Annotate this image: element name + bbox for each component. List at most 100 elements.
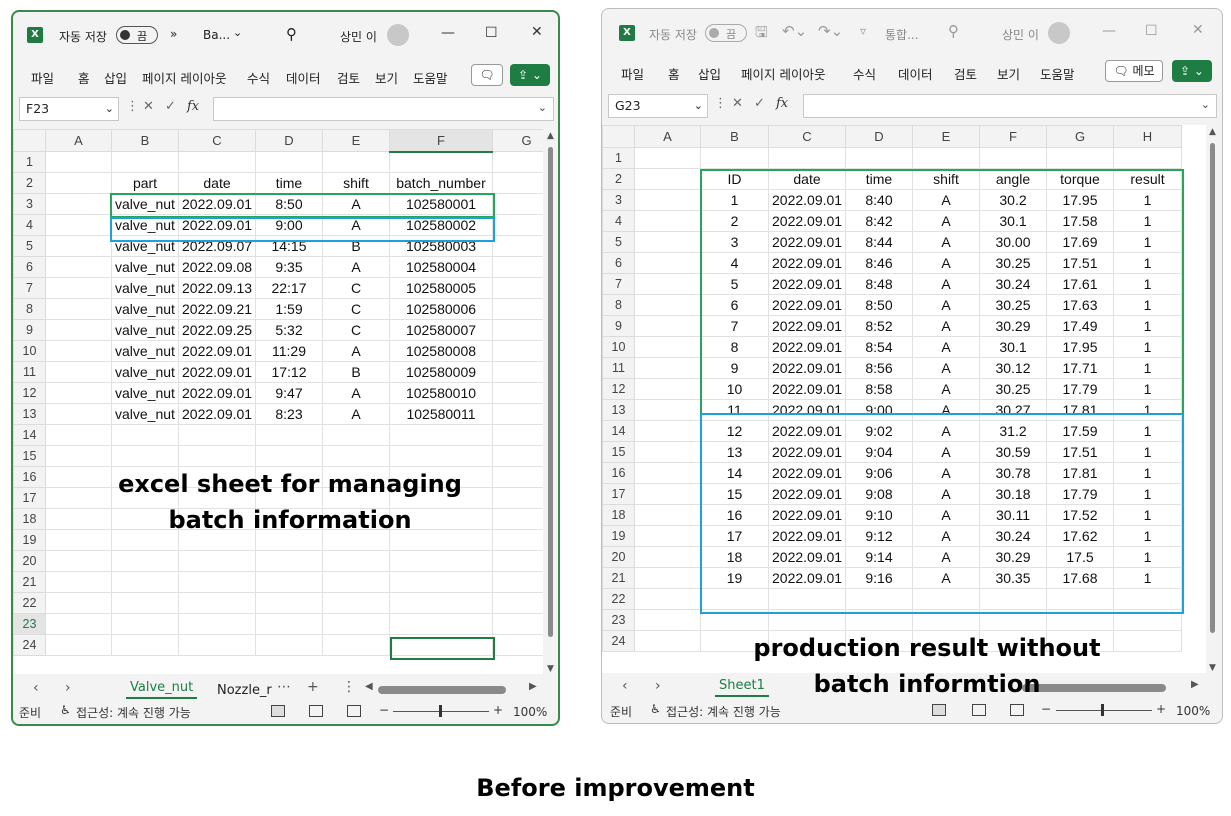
- cell-e4[interactable]: A: [322, 214, 390, 236]
- cell-f10[interactable]: 102580008: [389, 340, 493, 362]
- cell-e20[interactable]: A: [912, 546, 980, 568]
- cell-g15[interactable]: 17.51: [1046, 441, 1114, 463]
- cell-f13[interactable]: 102580011: [389, 403, 493, 425]
- tab-next-icon[interactable]: ›: [655, 678, 661, 694]
- cell-c8[interactable]: 2022.09.21: [178, 298, 256, 320]
- cell-d12[interactable]: 8:58: [845, 378, 913, 400]
- cell-b8[interactable]: 6: [700, 294, 769, 316]
- cell-e1[interactable]: [322, 151, 390, 173]
- cell-a1[interactable]: [634, 147, 701, 169]
- cell-g5[interactable]: [492, 235, 543, 257]
- cell-d24[interactable]: [255, 634, 323, 656]
- cell-c4[interactable]: 2022.09.01: [768, 210, 846, 232]
- cell-f3[interactable]: 30.2: [979, 189, 1047, 211]
- scrollbar-thumb[interactable]: [548, 147, 553, 637]
- cell-g21[interactable]: 17.68: [1046, 567, 1114, 589]
- menu-review[interactable]: 검토: [337, 68, 360, 87]
- cell-b15[interactable]: 13: [700, 441, 769, 463]
- cell-e18[interactable]: A: [912, 504, 980, 526]
- accessibility-icon[interactable]: ♿: [650, 702, 661, 716]
- menu-insert[interactable]: 삽입: [104, 68, 127, 87]
- cell-h21[interactable]: 1: [1113, 567, 1182, 589]
- cell-h4[interactable]: 1: [1113, 210, 1182, 232]
- zoom-slider-thumb[interactable]: [1101, 704, 1104, 716]
- cell-b11[interactable]: 9: [700, 357, 769, 379]
- cell-g11[interactable]: [492, 361, 543, 383]
- row-header-23[interactable]: 23: [13, 613, 46, 635]
- zoom-level[interactable]: 100%: [1176, 704, 1210, 718]
- column-header-e[interactable]: E: [322, 129, 390, 152]
- cell-a22[interactable]: [634, 588, 701, 610]
- cell-a11[interactable]: [45, 361, 112, 383]
- status-accessibility[interactable]: 접근성: 계속 진행 가능: [76, 704, 191, 721]
- row-header-12[interactable]: 12: [13, 382, 46, 404]
- cell-d23[interactable]: [845, 609, 913, 631]
- cell-g10[interactable]: 17.95: [1046, 336, 1114, 358]
- row-header-13[interactable]: 13: [602, 399, 635, 421]
- cell-f5[interactable]: 30.00: [979, 231, 1047, 253]
- cell-d6[interactable]: 8:46: [845, 252, 913, 274]
- cell-f22[interactable]: [389, 592, 493, 614]
- cell-g5[interactable]: 17.69: [1046, 231, 1114, 253]
- cell-c23[interactable]: [178, 613, 256, 635]
- select-all-corner[interactable]: [13, 129, 46, 152]
- name-box[interactable]: F23 ⌄: [19, 97, 119, 121]
- row-header-15[interactable]: 15: [602, 441, 635, 463]
- cell-e24[interactable]: [322, 634, 390, 656]
- column-header-g[interactable]: G: [1046, 125, 1114, 148]
- active-cell-F23[interactable]: [390, 637, 495, 660]
- cell-b13[interactable]: 11: [700, 399, 769, 421]
- cell-a9[interactable]: [634, 315, 701, 337]
- column-header-e[interactable]: E: [912, 125, 980, 148]
- cell-b4[interactable]: 2: [700, 210, 769, 232]
- row-header-12[interactable]: 12: [602, 378, 635, 400]
- tab-prev-icon[interactable]: ‹: [622, 678, 628, 694]
- row-header-10[interactable]: 10: [13, 340, 46, 362]
- column-header-f[interactable]: F: [389, 129, 493, 153]
- cell-b3[interactable]: 1: [700, 189, 769, 211]
- cell-d9[interactable]: 8:52: [845, 315, 913, 337]
- cell-g14[interactable]: 17.59: [1046, 420, 1114, 442]
- formula-input[interactable]: ⌄: [213, 97, 554, 121]
- menu-data[interactable]: 데이터: [898, 64, 933, 83]
- cell-g19[interactable]: 17.62: [1046, 525, 1114, 547]
- cell-c8[interactable]: 2022.09.01: [768, 294, 846, 316]
- cell-d14[interactable]: [255, 424, 323, 446]
- cell-f4[interactable]: 30.1: [979, 210, 1047, 232]
- menu-formulas[interactable]: 수식: [853, 64, 876, 83]
- scroll-down-icon[interactable]: ▼: [1209, 663, 1216, 673]
- cell-f23[interactable]: [389, 613, 493, 635]
- cell-g20[interactable]: 17.5: [1046, 546, 1114, 568]
- cell-d9[interactable]: 5:32: [255, 319, 323, 341]
- cell-a9[interactable]: [45, 319, 112, 341]
- menu-help[interactable]: 도움말: [413, 68, 448, 87]
- accessibility-icon[interactable]: ♿: [60, 703, 71, 717]
- cell-e21[interactable]: [322, 571, 390, 593]
- cell-c6[interactable]: 2022.09.01: [768, 252, 846, 274]
- cell-d20[interactable]: 9:14: [845, 546, 913, 568]
- cell-a5[interactable]: [634, 231, 701, 253]
- cell-c2[interactable]: date: [178, 172, 256, 194]
- row-header-20[interactable]: 20: [602, 546, 635, 568]
- sheet-options-icon[interactable]: ⋮: [342, 679, 356, 695]
- cell-h23[interactable]: [1113, 609, 1182, 631]
- cell-e12[interactable]: A: [322, 382, 390, 404]
- row-header-13[interactable]: 13: [13, 403, 46, 425]
- cell-d1[interactable]: [255, 151, 323, 173]
- cell-a4[interactable]: [634, 210, 701, 232]
- cell-c13[interactable]: 2022.09.01: [178, 403, 256, 425]
- cell-g20[interactable]: [492, 550, 543, 572]
- row-header-20[interactable]: 20: [13, 550, 46, 572]
- cell-f7[interactable]: 30.24: [979, 273, 1047, 295]
- cell-g15[interactable]: [492, 445, 543, 467]
- chevron-down-icon[interactable]: ⌄: [105, 98, 114, 120]
- page-layout-view-icon[interactable]: [972, 704, 986, 716]
- cell-a8[interactable]: [45, 298, 112, 320]
- cell-c4[interactable]: 2022.09.01: [178, 214, 256, 236]
- cell-c16[interactable]: 2022.09.01: [768, 462, 846, 484]
- cell-d1[interactable]: [845, 147, 913, 169]
- cell-g16[interactable]: 17.81: [1046, 462, 1114, 484]
- row-header-10[interactable]: 10: [602, 336, 635, 358]
- cell-d23[interactable]: [255, 613, 323, 635]
- cell-e7[interactable]: C: [322, 277, 390, 299]
